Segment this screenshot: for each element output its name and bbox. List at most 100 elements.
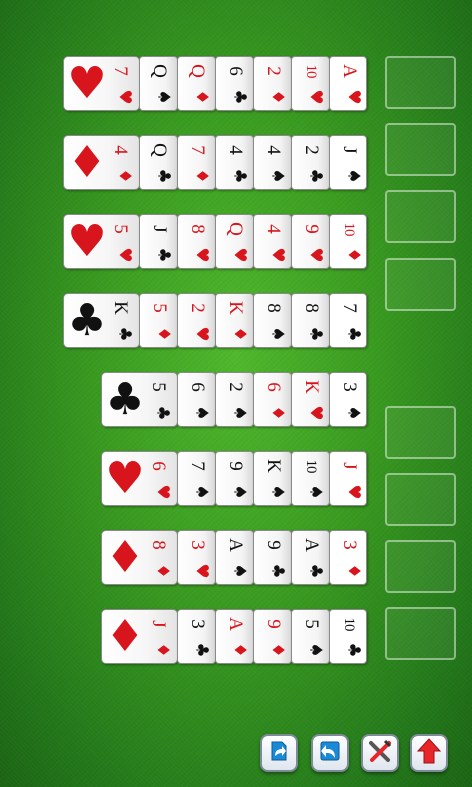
card-rank: 5 [148,382,169,392]
playing-card[interactable]: 2 ♠ [215,372,254,427]
card-rank: 7 [110,66,131,76]
playing-card[interactable]: Q ♠ [139,56,178,111]
card-rank: K [110,301,131,315]
hearts-icon: ♥ [114,247,135,263]
diamonds-icon: ♦ [152,642,173,658]
playing-card[interactable]: 7 ♦ [177,135,216,190]
playing-card[interactable]: 3 ♦ [329,530,367,585]
playing-card[interactable]: 8 ♥ [177,214,216,269]
playing-card[interactable]: 3 ♣ [177,609,216,664]
empty-card-slot[interactable] [385,473,456,526]
base-card[interactable]: ♣ 5 ♣ [101,372,178,427]
diamonds-icon: ♦ [191,89,212,105]
card-rank: 7 [187,461,208,471]
playing-card[interactable]: 6 ♠ [177,372,216,427]
card-rank: J [339,146,360,154]
playing-card[interactable]: Q ♥ [215,214,254,269]
base-card[interactable]: ♦ J ♦ [101,609,178,664]
playing-card[interactable]: Q ♣ [139,135,178,190]
empty-card-slot[interactable] [385,123,456,176]
card-rank: 6 [187,382,208,392]
clubs-icon: ♣ [305,168,326,184]
base-card[interactable]: ♥ 6 ♥ [101,451,178,506]
empty-card-slot[interactable] [385,540,456,593]
empty-card-slot[interactable] [385,258,456,311]
playing-card[interactable]: 3 ♥ [177,530,216,585]
playing-card[interactable]: 8 ♣ [291,293,330,348]
playing-card[interactable]: 10 ♠ [291,451,330,506]
empty-card-slot[interactable] [385,406,456,459]
card-rank: Q [149,143,170,157]
card-rank: 9 [225,461,246,471]
playing-card[interactable]: 5 ♦ [139,293,178,348]
playing-card[interactable]: 10 ♣ [329,609,367,664]
playing-card[interactable]: K ♠ [253,451,292,506]
playing-card[interactable]: 6 ♣ [215,56,254,111]
card-rank: J [339,462,360,470]
playing-card[interactable]: J ♥ [329,451,367,506]
playing-card[interactable]: K ♦ [215,293,254,348]
empty-card-slot[interactable] [385,607,456,660]
playing-card[interactable]: Q ♦ [177,56,216,111]
card-rank: A [225,538,246,552]
card-rank: 6 [148,461,169,471]
diamonds-icon: ♦ [153,326,174,342]
playing-card[interactable]: J ♣ [139,214,178,269]
playing-card[interactable]: 10 ♥ [291,56,330,111]
playing-card[interactable]: 2 ♦ [253,56,292,111]
playing-card[interactable]: A ♣ [291,530,330,585]
clubs-icon: ♣ [305,326,326,342]
card-rank: 3 [339,540,360,550]
base-card[interactable]: ♦ 8 ♦ [101,530,178,585]
playing-card[interactable]: 7 ♠ [177,451,216,506]
playing-card[interactable]: J ♠ [329,135,367,190]
card-rank: 10 [303,459,319,473]
playing-card[interactable]: A ♦ [215,609,254,664]
playing-card[interactable]: 9 ♦ [253,609,292,664]
playing-card[interactable]: 5 ♠ [291,609,330,664]
playing-card[interactable]: 3 ♠ [329,372,367,427]
card-rank: Q [225,222,246,236]
playing-card[interactable]: 10 ♦ [329,214,367,269]
playing-card[interactable]: 4 ♠ [253,135,292,190]
playing-card[interactable]: 9 ♠ [215,451,254,506]
spades-icon: ♠ [229,484,250,500]
playing-card[interactable]: A ♠ [215,530,254,585]
playing-card[interactable]: 9 ♥ [291,214,330,269]
card-rank: 4 [225,145,246,155]
playing-card[interactable]: 4 ♣ [215,135,254,190]
row-3: ♥ 5 ♥ J ♣ 8 ♥ Q ♥ 4 ♥ 9 ♥ 10 ♦ [63,214,367,269]
diamonds-icon: ♦ [267,642,288,658]
playing-card[interactable]: A ♥ [329,56,367,111]
card-rank: 2 [225,382,246,392]
empty-card-slot[interactable] [385,56,456,109]
playing-card[interactable]: 2 ♣ [291,135,330,190]
playing-card[interactable]: 7 ♣ [329,293,367,348]
base-card[interactable]: ♣ K ♣ [63,293,140,348]
spades-icon: ♠ [229,563,250,579]
card-rank: Q [149,64,170,78]
empty-card-slot[interactable] [385,190,456,243]
clubs-icon: ♣ [114,326,135,342]
undo-arrow-icon [315,736,345,770]
settings-button[interactable] [361,734,399,772]
base-card[interactable]: ♦ 4 ♦ [63,135,140,190]
card-rank: 3 [339,382,360,392]
playing-card[interactable]: K ♥ [291,372,330,427]
card-rank: 7 [339,303,360,313]
clubs-icon: ♣ [153,168,174,184]
undo-button[interactable] [311,734,349,772]
playing-card[interactable]: 6 ♦ [253,372,292,427]
playing-card[interactable]: 8 ♠ [253,293,292,348]
playing-card[interactable]: 2 ♥ [177,293,216,348]
card-rank: 10 [341,617,357,631]
playing-card[interactable]: 9 ♣ [253,530,292,585]
base-card[interactable]: ♥ 5 ♥ [63,214,140,269]
hearts-icon: ♥ [305,405,326,421]
base-card[interactable]: ♥ 7 ♥ [63,56,140,111]
clubs-icon: ♣ [267,563,288,579]
restart-button[interactable] [260,734,298,772]
playing-card[interactable]: 4 ♥ [253,214,292,269]
clubs-suit-icon: ♣ [105,374,145,425]
auto-move-button[interactable] [410,734,448,772]
